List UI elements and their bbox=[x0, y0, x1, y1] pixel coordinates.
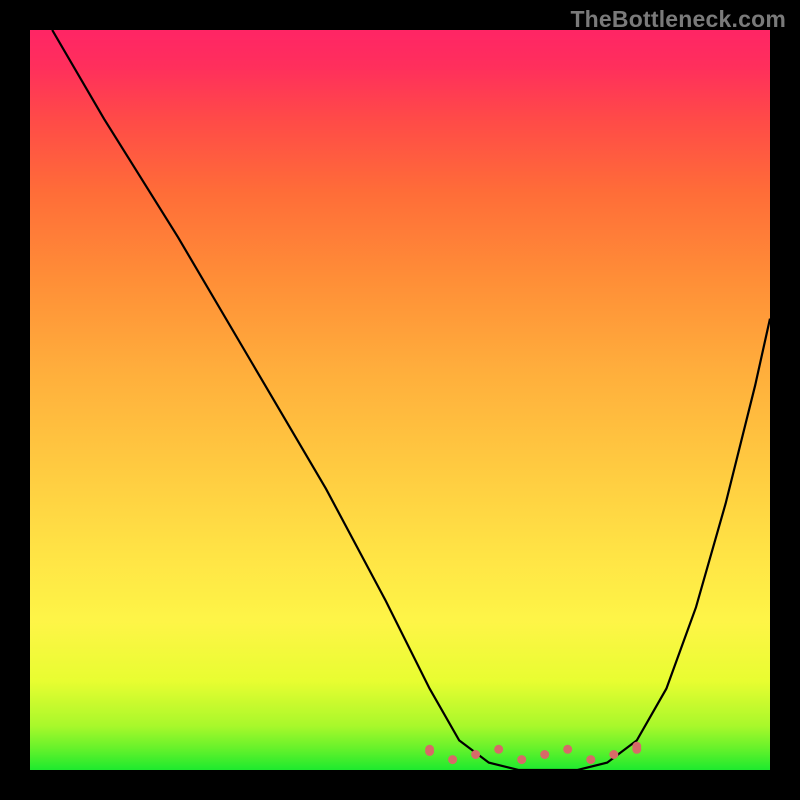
curve-layer bbox=[30, 30, 770, 770]
plot-area bbox=[30, 30, 770, 770]
chart-frame: TheBottleneck.com bbox=[0, 0, 800, 800]
bottleneck-curve bbox=[52, 30, 770, 770]
watermark-text: TheBottleneck.com bbox=[570, 6, 786, 33]
flat-region-marker bbox=[430, 746, 637, 759]
